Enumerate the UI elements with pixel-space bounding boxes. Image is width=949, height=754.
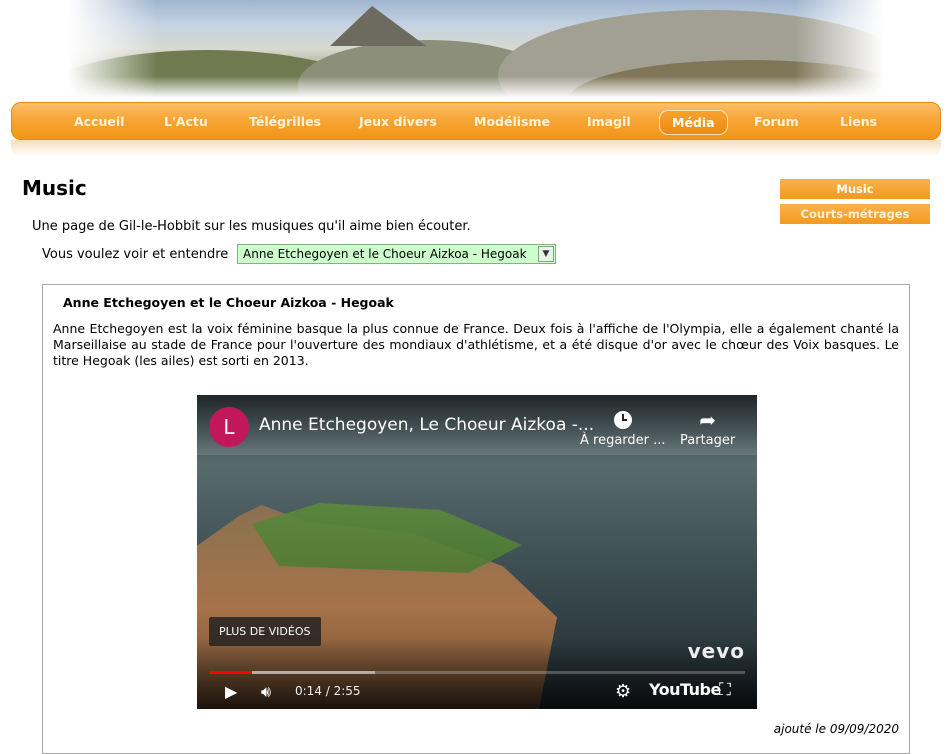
sidebar-item-courts-metrages[interactable]: Courts-métrages [780,204,930,224]
vevo-logo: vevo [687,639,745,663]
nav-item-actu[interactable]: L'Actu [164,103,208,141]
volume-icon[interactable]: 🔊︎ [261,682,271,702]
article-text: Anne Etchegoyen est la voix féminine bas… [53,321,899,368]
nav-item-accueil[interactable]: Accueil [74,103,124,141]
article-title: Anne Etchegoyen et le Choeur Aizkoa - He… [63,295,394,310]
music-select-dropdown[interactable]: Anne Etchegoyen et le Choeur Aizkoa - He… [237,244,556,264]
header-banner-image [68,0,884,98]
main-nav-bar: Accueil L'Actu Télégrilles Jeux divers M… [11,102,941,140]
share-label: Partager [680,433,736,448]
progress-played [209,671,252,674]
page-title: Music [22,176,87,200]
nav-item-media[interactable]: Média [659,110,728,135]
nav-item-jeux-divers[interactable]: Jeux divers [359,103,437,141]
fullscreen-icon[interactable]: ⛶ [719,680,731,700]
nav-item-modelisme[interactable]: Modélisme [474,103,550,141]
music-select-value: Anne Etchegoyen et le Choeur Aizkoa - He… [243,247,527,261]
watch-later-button[interactable]: À regarder ... [580,407,666,448]
sidebar-item-music[interactable]: Music [780,179,930,199]
clock-icon [613,411,632,429]
video-progress-bar[interactable] [209,671,745,674]
youtube-logo[interactable]: YouTube [649,680,721,699]
nav-item-imagil[interactable]: Imagil [587,103,631,141]
nav-item-forum[interactable]: Forum [754,103,799,141]
share-button[interactable]: ➦ Partager [680,407,735,448]
share-arrow-icon: ➦ [699,408,716,432]
channel-avatar[interactable]: L [209,407,249,447]
page-intro-text: Une page de Gil-le-Hobbit sur les musiqu… [32,219,471,234]
nav-bar-shadow [11,140,941,158]
nav-item-telegrilles[interactable]: Télégrilles [249,103,321,141]
music-selector-label: Vous voulez voir et entendre [42,247,229,262]
play-icon[interactable]: ▶ [225,682,237,701]
video-title-link[interactable]: Anne Etchegoyen, Le Choeur Aizkoa -... [259,415,594,435]
added-date: ajouté le 09/09/2020 [773,722,899,736]
youtube-video-player[interactable]: L Anne Etchegoyen, Le Choeur Aizkoa -...… [197,395,757,709]
chevron-down-icon[interactable]: ▼ [538,246,554,262]
settings-gear-icon[interactable]: ⚙ [615,681,631,702]
nav-item-liens[interactable]: Liens [840,103,877,141]
watch-later-label: À regarder ... [580,433,666,448]
article-box: Anne Etchegoyen et le Choeur Aizkoa - He… [42,284,910,754]
more-videos-button[interactable]: PLUS DE VIDÉOS [209,617,321,646]
video-time-display: 0:14 / 2:55 [295,684,361,698]
